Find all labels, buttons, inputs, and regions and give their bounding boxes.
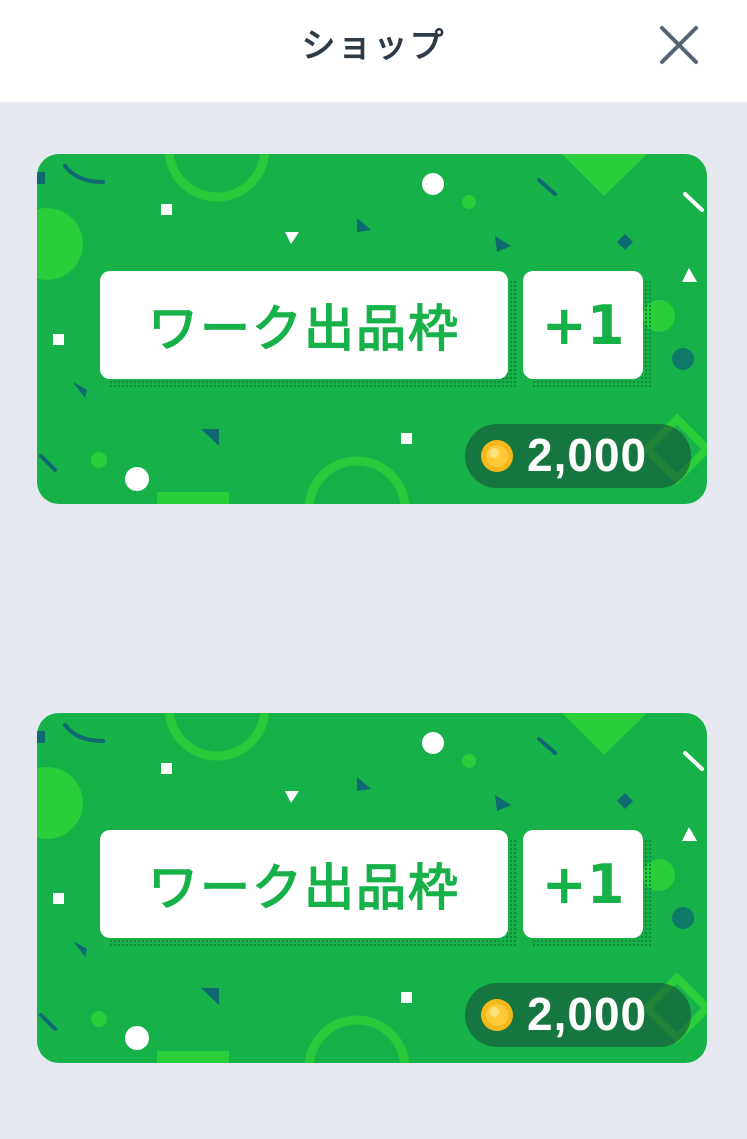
shop-item-card[interactable]: ワーク出品枠 +1 2,000	[37, 713, 707, 1063]
product-quantity: +1	[523, 830, 643, 938]
close-button[interactable]	[650, 16, 706, 72]
product-label: ワーク出品枠	[100, 830, 508, 938]
page-title: ショップ	[301, 26, 446, 66]
product-quantity: +1	[523, 271, 643, 379]
price-badge: 2,000	[465, 983, 691, 1047]
close-icon	[660, 26, 698, 64]
price-badge: 2,000	[465, 424, 691, 488]
product-label: ワーク出品枠	[100, 271, 508, 379]
price-value: 2,000	[527, 988, 648, 1040]
coin-icon	[481, 999, 513, 1031]
coin-icon	[481, 440, 513, 472]
shop-item-card[interactable]: ワーク出品枠 +1 2,000	[37, 154, 707, 504]
price-value: 2,000	[527, 429, 648, 481]
header: ショップ	[0, 0, 747, 102]
